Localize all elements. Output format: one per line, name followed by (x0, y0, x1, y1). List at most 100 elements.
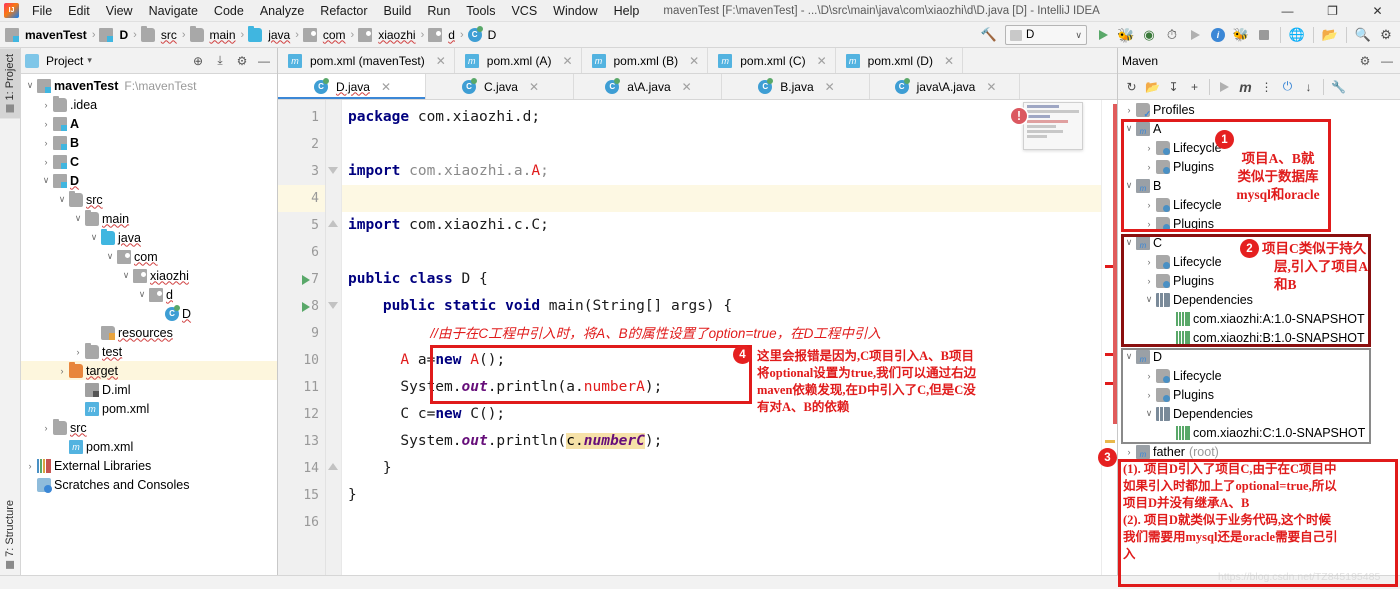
breadcrumb-com[interactable]: com › (302, 27, 357, 43)
expand-arrow-icon[interactable]: › (1142, 276, 1156, 286)
profile-icon[interactable]: ⏱ (1162, 25, 1182, 45)
error-stripe-gutter[interactable] (1101, 100, 1117, 575)
close-icon[interactable]: ✕ (944, 54, 954, 68)
expand-arrow-icon[interactable]: ∨ (1122, 351, 1136, 362)
project-tree-item[interactable]: › src (21, 418, 277, 437)
expand-arrow-icon[interactable]: › (39, 100, 53, 110)
gear-icon[interactable]: ⚙ (233, 52, 251, 70)
update-project-icon[interactable]: 🌐 (1287, 25, 1307, 45)
build-hammer-icon[interactable]: 🔨 (979, 25, 999, 45)
project-tree-item[interactable]: pom.xml (21, 399, 277, 418)
expand-arrow-icon[interactable]: ∨ (1122, 123, 1136, 134)
project-tree-item[interactable]: ∨ com (21, 247, 277, 266)
close-button[interactable]: ✕ (1355, 0, 1400, 22)
collapse-all-icon[interactable]: ↓ (1299, 77, 1318, 96)
breadcrumb-main[interactable]: main › (189, 25, 248, 43)
project-tree-item[interactable]: D (21, 304, 277, 323)
run-coverage-icon[interactable]: ◉ (1139, 25, 1159, 45)
maven-tree-item[interactable]: ∨ Dependencies (1118, 404, 1400, 423)
attach-debugger-icon[interactable]: i (1208, 25, 1228, 45)
tab-pom-maventest[interactable]: pom.xml (mavenTest) ✕ (278, 48, 455, 73)
expand-arrow-icon[interactable]: ∨ (55, 194, 69, 205)
close-icon[interactable]: ✕ (436, 54, 446, 68)
menu-navigate[interactable]: Navigate (141, 0, 206, 22)
close-icon[interactable]: ✕ (562, 54, 572, 68)
close-icon[interactable]: ✕ (529, 80, 539, 94)
project-tree-item[interactable]: › test (21, 342, 277, 361)
menu-edit[interactable]: Edit (60, 0, 98, 22)
expand-arrow-icon[interactable]: ∨ (119, 270, 133, 281)
breadcrumb-java[interactable]: java › (247, 25, 302, 43)
menu-refactor[interactable]: Refactor (312, 0, 375, 22)
close-icon[interactable]: ✕ (381, 80, 391, 94)
expand-arrow-icon[interactable]: ∨ (1142, 408, 1156, 419)
expand-arrow-icon[interactable]: ∨ (1142, 294, 1156, 305)
warning-stripe-marker[interactable] (1105, 440, 1115, 443)
project-tree-item[interactable]: ∨ main (21, 209, 277, 228)
gear-icon[interactable]: ⚙ (1356, 52, 1374, 70)
collapse-all-icon[interactable]: ⤓ (211, 52, 229, 70)
expand-arrow-icon[interactable]: › (1142, 219, 1156, 229)
maven-tree-item[interactable]: com.xiaozhi:C:1.0-SNAPSHOT (1118, 423, 1400, 442)
breadcrumb-xiaozhi[interactable]: xiaozhi › (357, 27, 427, 43)
expand-arrow-icon[interactable]: › (39, 119, 53, 129)
expand-arrow-icon[interactable]: › (1122, 105, 1136, 115)
close-icon[interactable]: ✕ (689, 54, 699, 68)
expand-arrow-icon[interactable]: ∨ (23, 80, 37, 91)
maven-tree-item[interactable]: com.xiaozhi:A:1.0-SNAPSHOT (1118, 309, 1400, 328)
plus-icon[interactable]: + (1185, 77, 1204, 96)
project-tree-item[interactable]: ∨ d (21, 285, 277, 304)
breadcrumb-D[interactable]: D › (98, 27, 139, 43)
stop-gray-icon[interactable]: 🐝 (1231, 25, 1251, 45)
maven-tree-item[interactable]: com.xiaozhi:B:1.0-SNAPSHOT (1118, 328, 1400, 347)
menu-code[interactable]: Code (206, 0, 252, 22)
maven-goal-icon[interactable]: m (1236, 77, 1255, 96)
expand-arrow-icon[interactable]: ∨ (71, 213, 85, 224)
tab-pom-d[interactable]: pom.xml (D) ✕ (836, 48, 964, 73)
expand-arrow-icon[interactable]: › (1142, 257, 1156, 267)
run-icon[interactable] (1215, 77, 1234, 96)
menu-analyze[interactable]: Analyze (252, 0, 312, 22)
project-tree-item[interactable]: ∨ D (21, 171, 277, 190)
expand-arrow-icon[interactable]: ∨ (135, 289, 149, 300)
maximize-button[interactable]: ❐ (1310, 0, 1355, 22)
maven-tree-item[interactable]: › Lifecycle (1118, 366, 1400, 385)
expand-arrow-icon[interactable]: › (1142, 200, 1156, 210)
rail-tab-structure[interactable]: 7: Structure (0, 494, 20, 575)
fold-end-icon[interactable] (328, 220, 338, 227)
toggle-offline-icon[interactable]: ⏻ (1278, 77, 1297, 96)
menu-run[interactable]: Run (419, 0, 458, 22)
tab-c-java[interactable]: C.java ✕ (426, 74, 574, 99)
menu-build[interactable]: Build (376, 0, 420, 22)
run-gutter-icon[interactable] (302, 275, 310, 285)
minimize-button[interactable]: — (1265, 0, 1310, 22)
expand-arrow-icon[interactable]: › (1142, 162, 1156, 172)
tab-pom-c[interactable]: pom.xml (C) ✕ (708, 48, 836, 73)
expand-arrow-icon[interactable]: ∨ (39, 175, 53, 186)
project-tree-item[interactable]: › target (21, 361, 277, 380)
debug-icon[interactable]: 🐝 (1116, 25, 1136, 45)
tab-b-java[interactable]: B.java ✕ (722, 74, 870, 99)
expand-arrow-icon[interactable]: ∨ (1122, 180, 1136, 191)
project-tree-item[interactable]: D.iml (21, 380, 277, 399)
skip-tests-icon[interactable]: ⋮ (1257, 77, 1276, 96)
expand-arrow-icon[interactable]: › (39, 157, 53, 167)
expand-arrow-icon[interactable]: › (39, 423, 53, 433)
add-folder-icon[interactable]: 📂 (1143, 77, 1162, 96)
source-code-text[interactable]: package com.xiaozhi.d; import com.xiaozh… (342, 100, 1101, 575)
project-tree-item[interactable]: pom.xml (21, 437, 277, 456)
rail-tab-project[interactable]: 1: Project (0, 48, 20, 119)
maven-tree-item[interactable]: › Plugins (1118, 214, 1400, 233)
code-editor[interactable]: 1 2 3 4 5 6 7 8 9 10 11 12 13 14 15 16 p… (278, 100, 1117, 575)
project-tree-item[interactable]: › B (21, 133, 277, 152)
expand-arrow-icon[interactable]: › (39, 138, 53, 148)
close-icon[interactable]: ✕ (682, 80, 692, 94)
stop-button[interactable] (1254, 25, 1274, 45)
expand-arrow-icon[interactable]: ∨ (87, 232, 101, 243)
expand-arrow-icon[interactable]: › (55, 366, 69, 376)
menu-help[interactable]: Help (606, 0, 648, 22)
project-tree-item[interactable]: › External Libraries (21, 456, 277, 475)
maven-tree-item[interactable]: ∨A (1118, 119, 1400, 138)
settings-wrench-icon[interactable]: 🔧 (1329, 77, 1348, 96)
fold-imports-icon[interactable] (328, 167, 338, 174)
